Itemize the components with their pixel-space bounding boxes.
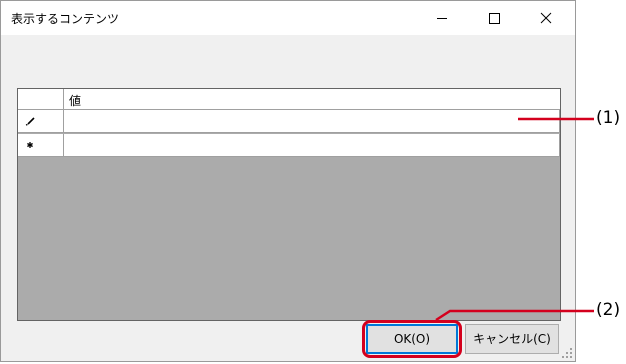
annotation-lines: [435, 117, 594, 322]
callout-label-2: (2): [596, 300, 621, 320]
callout-line-2: [435, 309, 594, 322]
callout-label-1: (1): [596, 108, 621, 128]
